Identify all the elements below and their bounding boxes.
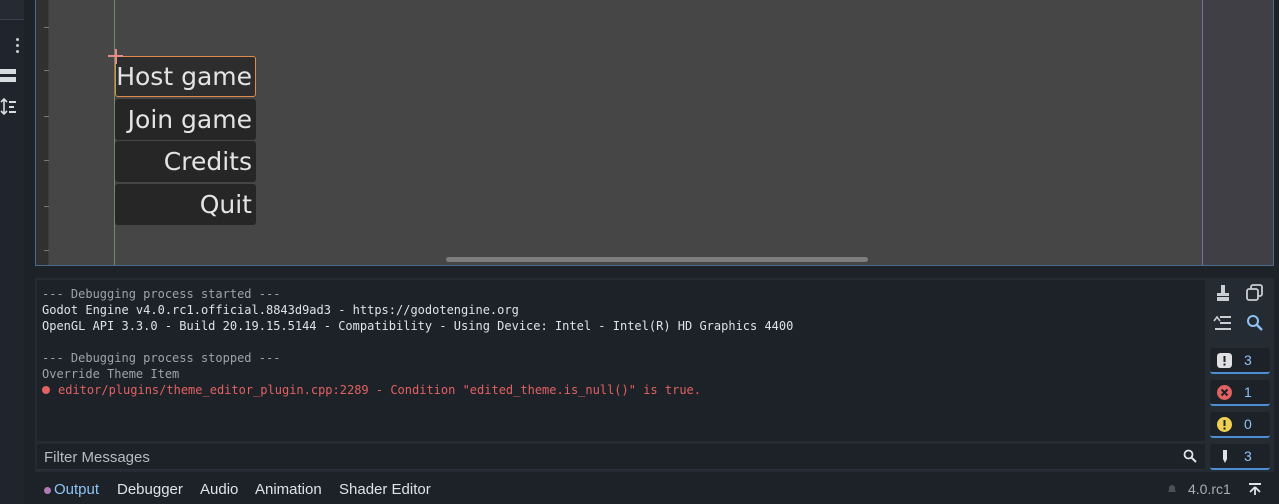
expand-panel-icon[interactable] [1247, 482, 1263, 496]
canvas-viewport[interactable]: Host game Join game Credits Quit [35, 0, 1274, 266]
editor-messages-count: 3 [1244, 448, 1252, 464]
sort-icon[interactable] [0, 97, 20, 117]
messages-count: 3 [1244, 352, 1252, 368]
left-dock-strip [0, 0, 24, 504]
outside-screen-area [1203, 0, 1273, 265]
search-toggle-icon[interactable] [1244, 312, 1266, 334]
output-log[interactable]: --- Debugging process started --- Godot … [37, 280, 1205, 441]
collapse-duplicates-icon[interactable] [1212, 312, 1234, 334]
log-line: Godot Engine v4.0.rc1.official.8843d9ad3… [42, 303, 519, 317]
log-line: OpenGL API 3.3.0 - Build 20.19.15.5144 -… [42, 319, 794, 333]
tab-debugger[interactable]: Debugger [117, 481, 183, 498]
tab-output[interactable]: Output [54, 481, 99, 498]
error-icon [1217, 385, 1232, 400]
editor-pencil-icon [1223, 450, 1227, 463]
output-side-toolbar: 3 1 0 3 [1207, 278, 1274, 472]
godot-editor: Host game Join game Credits Quit --- Deb… [0, 0, 1279, 504]
pivot-cross-icon[interactable] [108, 49, 123, 64]
output-panel: --- Debugging process started --- Godot … [35, 278, 1274, 472]
canvas-area[interactable]: Host game Join game Credits Quit [50, 0, 1273, 265]
vertical-ruler[interactable] [36, 0, 49, 265]
tab-shader-editor[interactable]: Shader Editor [339, 481, 431, 498]
message-icon [1217, 353, 1232, 368]
horizontal-scrollbar[interactable] [50, 257, 1259, 262]
filter-messages-input[interactable] [37, 444, 1177, 470]
copy-icon[interactable] [1244, 282, 1266, 304]
error-message: editor/plugins/theme_editor_plugin.cpp:2… [58, 383, 701, 397]
host-game-button[interactable]: Host game [115, 56, 256, 97]
error-log-line: editor/plugins/theme_editor_plugin.cpp:2… [42, 382, 1205, 398]
clear-output-broom-icon[interactable] [1212, 282, 1234, 304]
editor-messages-filter-toggle[interactable]: 3 [1210, 444, 1270, 470]
log-line: Override Theme Item [42, 367, 180, 381]
credits-button[interactable]: Credits [115, 141, 256, 182]
dock-tab-stub[interactable] [0, 0, 24, 20]
log-line: --- Debugging process stopped --- [42, 351, 281, 365]
quit-button[interactable]: Quit [115, 184, 256, 225]
screen-boundary-guide [1202, 0, 1203, 265]
error-dot-icon [42, 386, 50, 394]
horizontal-scroll-thumb[interactable] [446, 257, 868, 262]
warnings-filter-toggle[interactable]: 0 [1210, 412, 1270, 438]
filter-bar [37, 444, 1205, 470]
version-label: 4.0.rc1 [1188, 481, 1231, 497]
errors-filter-toggle[interactable]: 1 [1210, 380, 1270, 406]
log-line: --- Debugging process started --- [42, 287, 281, 301]
list-layout-icon[interactable] [0, 66, 20, 86]
join-game-button[interactable]: Join game [115, 99, 256, 140]
bottom-panel-tabs: Output Debugger Audio Animation Shader E… [35, 474, 1279, 504]
warnings-count: 0 [1244, 416, 1252, 432]
errors-count: 1 [1244, 384, 1252, 400]
search-icon [1183, 449, 1197, 463]
output-activity-dot-icon [44, 487, 51, 494]
panel-splitter[interactable] [35, 266, 1274, 278]
tab-animation[interactable]: Animation [255, 481, 322, 498]
kebab-menu-icon[interactable] [14, 36, 20, 56]
tab-audio[interactable]: Audio [200, 481, 238, 498]
notification-bell-icon[interactable] [1166, 483, 1178, 495]
messages-filter-toggle[interactable]: 3 [1210, 348, 1270, 374]
warning-icon [1217, 417, 1232, 432]
